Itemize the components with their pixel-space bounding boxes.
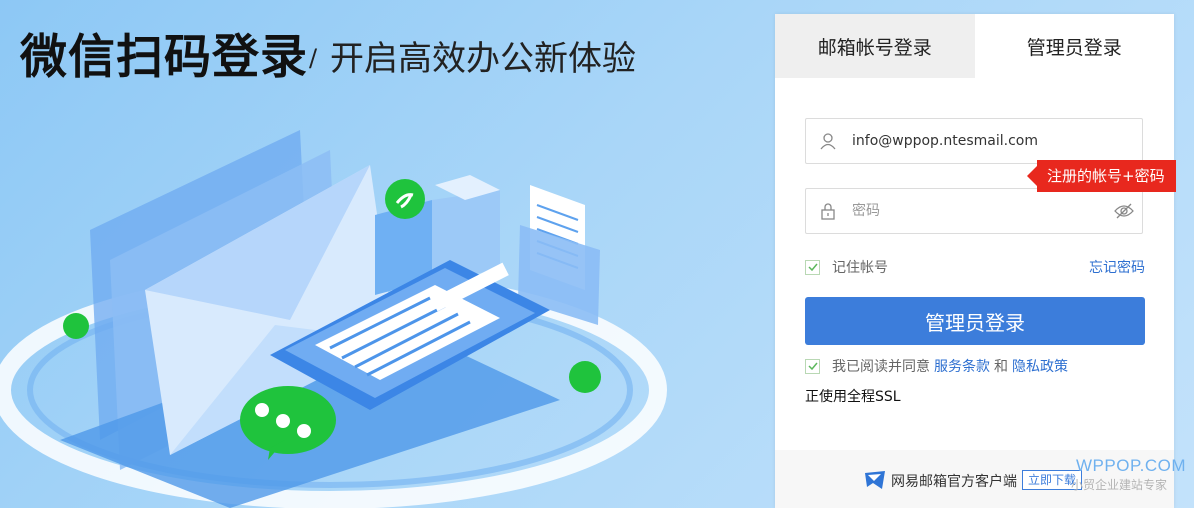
privacy-link[interactable]: 隐私政策 [1012, 356, 1068, 376]
password-field[interactable] [805, 188, 1143, 234]
login-panel: 邮箱帐号登录 管理员登录 记住帐号 忘记密码 管理员登录 [775, 14, 1174, 508]
hero-separator: / [309, 44, 318, 72]
user-icon [806, 132, 850, 150]
lock-icon [806, 202, 850, 220]
agreement-checkbox[interactable] [805, 358, 820, 374]
agreement-prefix: 我已阅读并同意 [832, 359, 930, 375]
netease-mail-logo-icon [864, 470, 886, 494]
account-field[interactable] [805, 118, 1143, 164]
account-input[interactable] [850, 132, 1142, 150]
agreement-and: 和 [994, 359, 1008, 375]
terms-link[interactable]: 服务条款 [934, 356, 990, 376]
eye-off-icon[interactable] [1106, 203, 1142, 219]
forgot-password-link[interactable]: 忘记密码 [1089, 257, 1145, 277]
password-input[interactable] [850, 202, 1106, 220]
tab-admin-login[interactable]: 管理员登录 [974, 14, 1174, 78]
watermark-brand: WPPOP.COM [1076, 456, 1186, 475]
tab-email-login[interactable]: 邮箱帐号登录 [775, 14, 975, 78]
login-page: 微信扫码登录 / 开启高效办公新体验 邮箱帐号登录 管理员登录 info@wpp… [0, 0, 1194, 508]
watermark-tagline: 小贸企业建站专家 [1071, 478, 1168, 492]
client-text: 网易邮箱官方客户端 [891, 474, 1017, 490]
account-hint-badge: 注册的帐号+密码 [1027, 160, 1176, 192]
remember-label: 记住帐号 [832, 260, 888, 276]
login-tabs: 邮箱帐号登录 管理员登录 [775, 14, 1174, 78]
mail-illustration [0, 130, 667, 508]
hero-title: 微信扫码登录 [20, 30, 308, 85]
admin-login-button[interactable]: 管理员登录 [805, 297, 1145, 345]
agreement-row: 我已阅读并同意 服务条款 和 隐私政策 [805, 356, 1068, 376]
hero-subtitle: 开启高效办公新体验 [330, 39, 636, 79]
remember-checkbox[interactable] [805, 259, 820, 275]
remember-row: 记住帐号 [805, 257, 888, 277]
ssl-status: 正使用全程SSL [805, 389, 901, 405]
